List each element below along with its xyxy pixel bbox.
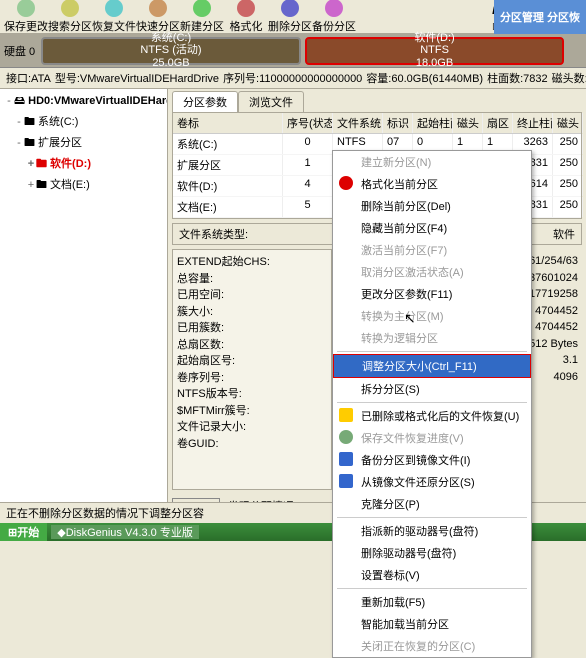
- ctx-delete[interactable]: 删除当前分区(Del): [333, 195, 531, 217]
- ctx-recover-files[interactable]: 已删除或格式化后的文件恢复(U): [333, 405, 531, 427]
- ctx-reload[interactable]: 重新加载(F5): [333, 591, 531, 613]
- ctx-deactivate[interactable]: 取消分区激活状态(A): [333, 261, 531, 283]
- tab-browse-files[interactable]: 浏览文件: [238, 91, 304, 112]
- ctx-resize[interactable]: 调整分区大小(Ctrl_F11): [333, 354, 531, 378]
- ctx-save-progress[interactable]: 保存文件恢复进度(V): [333, 427, 531, 449]
- ctx-clone[interactable]: 克隆分区(P): [333, 493, 531, 515]
- tab-strip: 分区参数 浏览文件: [168, 89, 586, 112]
- tree-item[interactable]: +🖿 文档(E:): [2, 175, 165, 196]
- partition-box-c[interactable]: 系统(C:)NTFS (活动)25.0GB: [41, 37, 301, 65]
- ctx-hide[interactable]: 隐藏当前分区(F4): [333, 217, 531, 239]
- ctx-activate[interactable]: 激活当前分区(F7): [333, 239, 531, 261]
- save-changes-button[interactable]: 保存更改: [4, 0, 48, 34]
- fs-type-label: 文件系统类型:: [179, 226, 248, 242]
- restore-icon: [339, 474, 353, 488]
- ctx-format[interactable]: 格式化当前分区: [333, 173, 531, 195]
- ctx-to-primary[interactable]: 转换为主分区(M): [333, 305, 531, 327]
- quick-partition-button[interactable]: 快速分区: [136, 0, 180, 34]
- ctx-close-recover[interactable]: 关闭正在恢复的分区(C): [333, 635, 531, 657]
- tree-root[interactable]: -🖴 HD0:VMwareVirtualIDEHardD: [2, 91, 165, 112]
- fs-type-value: 软件: [553, 226, 575, 242]
- context-menu: 建立新分区(N) 格式化当前分区 删除当前分区(Del) 隐藏当前分区(F4) …: [332, 150, 532, 658]
- ctx-remove-letter[interactable]: 删除驱动器号(盘符): [333, 542, 531, 564]
- disk-info-bar: 接口:ATA型号:VMwareVirtualIDEHardDrive序列号:11…: [0, 68, 586, 89]
- delete-partition-button[interactable]: 删除分区: [268, 0, 312, 34]
- ctx-set-label[interactable]: 设置卷标(V): [333, 564, 531, 586]
- format-icon: [339, 176, 353, 190]
- side-banner: 分区管理 分区恢: [494, 0, 586, 34]
- tree-item[interactable]: -🖿 扩展分区: [2, 133, 165, 154]
- disk-label: 硬盘 0: [4, 43, 35, 59]
- partition-box-d[interactable]: 软件(D:)NTFS18.0GB: [305, 37, 565, 65]
- save-icon: [339, 430, 353, 444]
- plus-icon: [339, 154, 353, 168]
- ctx-assign-letter[interactable]: 指派新的驱动器号(盘符): [333, 520, 531, 542]
- ctx-restore-image[interactable]: 从镜像文件还原分区(S): [333, 471, 531, 493]
- tab-partition-params[interactable]: 分区参数: [172, 91, 238, 112]
- new-partition-button[interactable]: 新建分区: [180, 0, 224, 34]
- partition-map[interactable]: 系统(C:)NTFS (活动)25.0GB 软件(D:)NTFS18.0GB: [41, 37, 582, 65]
- backup-icon: [339, 452, 353, 466]
- ctx-change-params[interactable]: 更改分区参数(F11): [333, 283, 531, 305]
- disk-bar: 硬盘 0 系统(C:)NTFS (活动)25.0GB 软件(D:)NTFS18.…: [0, 34, 586, 68]
- tree-item[interactable]: +🖿 软件(D:): [2, 154, 165, 175]
- backup-partition-button[interactable]: 备份分区: [312, 0, 356, 34]
- format-button[interactable]: 格式化: [224, 0, 268, 34]
- ctx-split[interactable]: 拆分分区(S): [333, 378, 531, 400]
- taskbar-app[interactable]: ◆ DiskGenius V4.3.0 专业版: [51, 525, 199, 539]
- restore-file-button[interactable]: 恢复文件: [92, 0, 136, 34]
- tree-item[interactable]: -🖿 系统(C:): [2, 112, 165, 133]
- ctx-to-logical[interactable]: 转换为逻辑分区: [333, 327, 531, 349]
- start-button[interactable]: ⊞ 开始: [0, 523, 47, 541]
- ctx-backup-image[interactable]: 备份分区到镜像文件(I): [333, 449, 531, 471]
- ctx-smart-load[interactable]: 智能加载当前分区: [333, 613, 531, 635]
- ctx-new-partition[interactable]: 建立新分区(N): [333, 151, 531, 173]
- folder-icon: [339, 408, 353, 422]
- device-tree[interactable]: -🖴 HD0:VMwareVirtualIDEHardD -🖿 系统(C:)-🖿…: [0, 89, 168, 509]
- search-partition-button[interactable]: 搜索分区: [48, 0, 92, 34]
